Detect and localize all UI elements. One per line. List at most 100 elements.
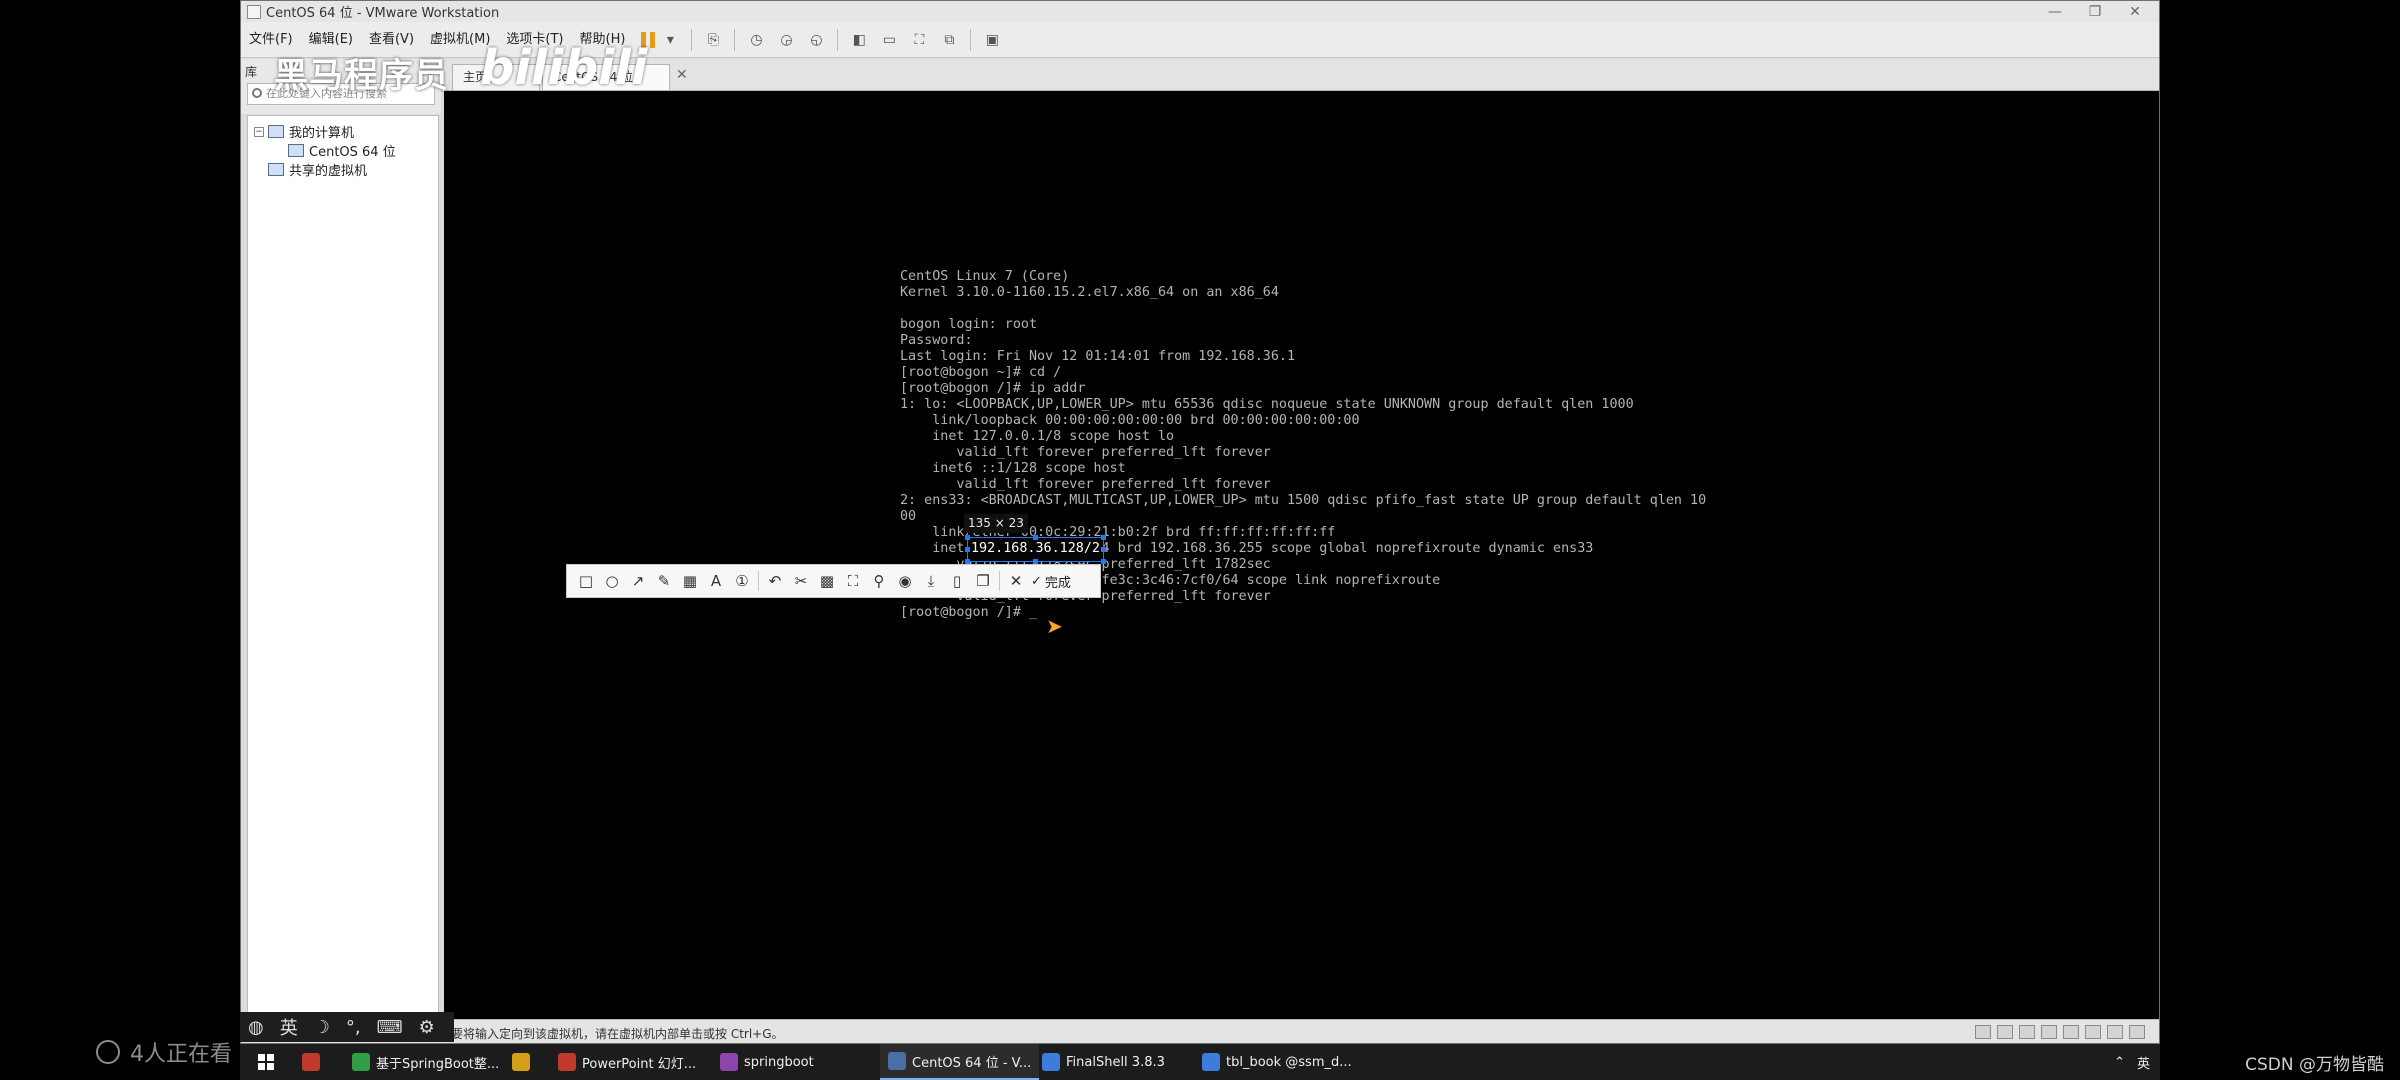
- pen-tool-icon[interactable]: ✎: [651, 568, 677, 594]
- terminal-line: link/loopback 00:00:00:00:00:00 brd 00:0…: [900, 413, 1360, 428]
- intellij-icon: [720, 1053, 738, 1071]
- navicat-icon: [1202, 1053, 1220, 1071]
- taskbar-app-powerpoint[interactable]: PowerPoint 幻灯...: [558, 1044, 696, 1080]
- taskbar-app-idea[interactable]: springboot: [720, 1044, 814, 1080]
- viewers-icon: [96, 1040, 120, 1064]
- sound-icon[interactable]: [2063, 1025, 2079, 1039]
- rectangle-tool-icon[interactable]: □: [573, 568, 599, 594]
- viewer-count-text: 4人正在看: [130, 1042, 232, 1067]
- cancel-capture-icon[interactable]: ✕: [1003, 568, 1029, 594]
- capture-toolbar: □ ○ ↗ ✎ ▦ A ① ↶ ✂ ▩ ⛶ ⚲ ◉ ⤓ ▯ ❐ ✕ ✓ 完成: [566, 564, 1101, 598]
- windows-start-icon[interactable]: [258, 1054, 274, 1070]
- tray-ime-indicator[interactable]: 英: [2137, 1053, 2150, 1072]
- terminal-line: 1: lo: <LOOPBACK,UP,LOWER_UP> mtu 65536 …: [900, 397, 1634, 412]
- snapshot-icon[interactable]: ◷: [744, 28, 768, 52]
- done-button[interactable]: ✓ 完成: [1031, 572, 1071, 591]
- long-screenshot-icon[interactable]: ⛶: [840, 568, 866, 594]
- tray-chevron-icon[interactable]: ⌃: [2114, 1055, 2125, 1070]
- taskbar-app-1[interactable]: [302, 1044, 326, 1080]
- message-icon[interactable]: [2129, 1025, 2145, 1039]
- text-tool-icon[interactable]: A: [703, 568, 729, 594]
- mosaic-tool-icon[interactable]: ▦: [677, 568, 703, 594]
- ellipse-tool-icon[interactable]: ○: [599, 568, 625, 594]
- taskbar-app-browser[interactable]: 基于SpringBoot整...: [352, 1044, 499, 1080]
- terminal-line: inet6 ::1/128 scope host: [900, 461, 1126, 476]
- hdd-icon[interactable]: [1975, 1025, 1991, 1039]
- show-library-icon[interactable]: ◧: [847, 28, 871, 52]
- phone-icon[interactable]: ▯: [944, 568, 970, 594]
- tree-item-shared-vms[interactable]: 共享的虚拟机: [268, 160, 367, 179]
- minimize-button[interactable]: —: [2035, 1, 2075, 22]
- tree-item-my-computer[interactable]: − 我的计算机: [254, 122, 354, 141]
- taskbar-label: PowerPoint 幻灯...: [582, 1056, 697, 1072]
- unity-icon[interactable]: ⧉: [937, 28, 961, 52]
- taskbar-label: springboot: [744, 1054, 814, 1070]
- resize-handle[interactable]: [1033, 535, 1038, 540]
- taskbar-label: tbl_book @ssm_d...: [1226, 1054, 1352, 1070]
- record-icon[interactable]: ◉: [892, 568, 918, 594]
- tab-strip: 主页 CentOS 64 位 ✕: [444, 59, 2159, 91]
- full-screen-icon[interactable]: ⛶: [907, 28, 931, 52]
- resize-handle[interactable]: [1101, 559, 1106, 564]
- revert-snapshot-icon[interactable]: ◶: [774, 28, 798, 52]
- bookmark-icon[interactable]: ❐: [970, 568, 996, 594]
- vmware-window: CentOS 64 位 - VMware Workstation — ❐ ✕ 文…: [240, 0, 2160, 1044]
- dropdown-arrow-icon[interactable]: ▾: [658, 28, 682, 52]
- resize-handle[interactable]: [965, 547, 970, 552]
- keyboard-icon[interactable]: ⌨: [377, 1017, 403, 1038]
- collapse-icon[interactable]: −: [254, 126, 264, 137]
- moon-icon[interactable]: ☽: [314, 1017, 330, 1038]
- taskbar-app-vmware[interactable]: CentOS 64 位 - V...: [880, 1044, 1040, 1080]
- settings-icon[interactable]: ⚙: [419, 1017, 435, 1038]
- resize-handle[interactable]: [965, 535, 970, 540]
- undo-icon[interactable]: ↶: [762, 568, 788, 594]
- terminal-line: [root@bogon /]# ip addr: [900, 381, 1086, 396]
- capture-selection[interactable]: 192.168.36.128/2: [965, 535, 1106, 564]
- toolbar-separator: [758, 571, 759, 591]
- toolbar-separator: [999, 571, 1000, 591]
- thumbnail-bar-icon[interactable]: ▭: [877, 28, 901, 52]
- punctuation-icon[interactable]: °,: [346, 1017, 361, 1038]
- close-tab-icon[interactable]: ✕: [676, 67, 688, 83]
- arrow-tool-icon[interactable]: ↗: [625, 568, 651, 594]
- library-title: 库: [245, 65, 258, 79]
- taskbar-app-explorer[interactable]: [512, 1044, 536, 1080]
- close-window-button[interactable]: ✕: [2115, 1, 2155, 22]
- resize-handle[interactable]: [1101, 547, 1106, 552]
- printer-icon[interactable]: [2085, 1025, 2101, 1039]
- network-icon[interactable]: [2019, 1025, 2035, 1039]
- bilibili-logo: bilibili: [480, 40, 648, 96]
- console-view-icon[interactable]: ▣: [980, 28, 1004, 52]
- status-bar: 要将输入定向到该虚拟机，请在虚拟机内部单击或按 Ctrl+G。: [241, 1019, 2159, 1043]
- taskbar: 基于SpringBoot整... PowerPoint 幻灯... spring…: [240, 1044, 2160, 1080]
- number-tool-icon[interactable]: ①: [729, 568, 755, 594]
- cdrom-icon[interactable]: [1997, 1025, 2013, 1039]
- vmware-app-icon: [247, 4, 261, 19]
- ocr-icon[interactable]: ▩: [814, 568, 840, 594]
- taskbar-app-finalshell[interactable]: FinalShell 3.8.3: [1042, 1044, 1165, 1080]
- restore-button[interactable]: ❐: [2075, 1, 2115, 22]
- terminal-line: bogon login: root: [900, 317, 1038, 332]
- terminal-line: 2: ens33: <BROADCAST,MULTICAST,UP,LOWER_…: [900, 493, 1707, 508]
- ime-logo-icon[interactable]: ◍: [248, 1017, 264, 1038]
- vm-icon: [288, 144, 304, 157]
- resize-handle[interactable]: [1101, 535, 1106, 540]
- terminal-line: Last login: Fri Nov 12 01:14:01 from 192…: [900, 349, 1296, 364]
- send-ctrl-alt-del-icon[interactable]: ⎘: [701, 28, 725, 52]
- display-icon[interactable]: [2107, 1025, 2123, 1039]
- taskbar-app-navicat[interactable]: tbl_book @ssm_d...: [1202, 1044, 1352, 1080]
- pin-icon[interactable]: ⚲: [866, 568, 892, 594]
- vm-console[interactable]: CentOS Linux 7 (Core) Kernel 3.10.0-1160.…: [444, 91, 2159, 1019]
- ime-language-toggle[interactable]: 英: [280, 1014, 298, 1040]
- finalshell-icon: [1042, 1053, 1060, 1071]
- save-icon[interactable]: ⤓: [918, 568, 944, 594]
- cut-icon[interactable]: ✂: [788, 568, 814, 594]
- usb-icon[interactable]: [2041, 1025, 2057, 1039]
- toolbar-separator: [734, 28, 736, 51]
- search-icon: [252, 88, 262, 98]
- mouse-cursor-icon: ➤: [1046, 614, 1063, 638]
- snapshot-manager-icon[interactable]: ◵: [804, 28, 828, 52]
- tree-item-centos[interactable]: CentOS 64 位: [288, 141, 396, 160]
- shared-vm-icon: [268, 163, 284, 176]
- status-text: 要将输入定向到该虚拟机，请在虚拟机内部单击或按 Ctrl+G。: [451, 1027, 784, 1041]
